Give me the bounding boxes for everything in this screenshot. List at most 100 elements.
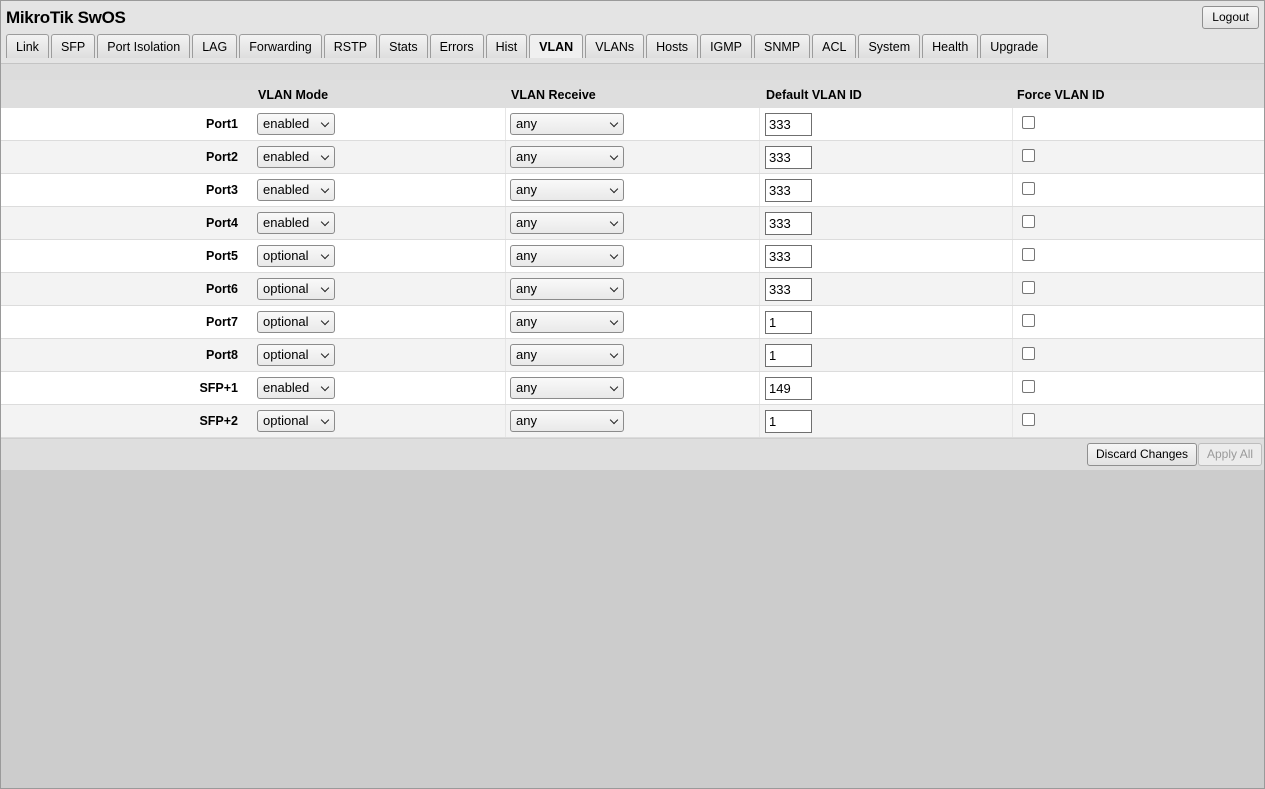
vlan-mode-select[interactable]: enabled bbox=[257, 377, 335, 399]
force-vlan-id-checkbox[interactable] bbox=[1022, 281, 1035, 294]
vlan-receive-value: any bbox=[516, 413, 537, 428]
table-row: Port1 enabled any 333 bbox=[1, 108, 1264, 141]
vlan-mode-select[interactable]: optional bbox=[257, 410, 335, 432]
force-vlan-id-checkbox[interactable] bbox=[1022, 347, 1035, 360]
port-label: Port5 bbox=[206, 249, 238, 263]
discard-changes-button[interactable]: Discard Changes bbox=[1087, 443, 1198, 466]
column-divider bbox=[1012, 372, 1013, 404]
vlan-mode-value: enabled bbox=[263, 380, 310, 395]
vlan-receive-value: any bbox=[516, 281, 537, 296]
chevron-down-icon bbox=[609, 415, 619, 425]
column-divider bbox=[1012, 240, 1013, 272]
tab-forwarding[interactable]: Forwarding bbox=[239, 34, 322, 58]
vlan-mode-select[interactable]: enabled bbox=[257, 146, 335, 168]
force-vlan-id-checkbox[interactable] bbox=[1022, 116, 1035, 129]
vlan-receive-value: any bbox=[516, 248, 537, 263]
tab-hist[interactable]: Hist bbox=[485, 34, 528, 58]
tab-upgrade[interactable]: Upgrade bbox=[980, 34, 1049, 58]
force-vlan-id-checkbox[interactable] bbox=[1022, 248, 1035, 261]
column-divider bbox=[759, 405, 760, 437]
tab-acl[interactable]: ACL bbox=[812, 34, 857, 58]
column-divider bbox=[505, 405, 506, 437]
tab-vlans[interactable]: VLANs bbox=[585, 34, 645, 58]
vlan-mode-select[interactable]: optional bbox=[257, 245, 335, 267]
chevron-down-icon bbox=[320, 151, 330, 161]
table-row: Port5 optional any 333 bbox=[1, 240, 1264, 273]
vlan-mode-value: optional bbox=[263, 347, 309, 362]
tab-hosts[interactable]: Hosts bbox=[646, 34, 699, 58]
force-vlan-id-checkbox[interactable] bbox=[1022, 380, 1035, 393]
tab-snmp[interactable]: SNMP bbox=[754, 34, 811, 58]
column-divider bbox=[759, 306, 760, 338]
chevron-down-icon bbox=[320, 217, 330, 227]
tab-rstp[interactable]: RSTP bbox=[323, 34, 378, 58]
vlan-receive-select[interactable]: any bbox=[510, 212, 624, 234]
vlan-mode-select[interactable]: optional bbox=[257, 311, 335, 333]
tab-sfp[interactable]: SFP bbox=[50, 34, 96, 58]
vlan-table: VLAN Mode VLAN Receive Default VLAN ID F… bbox=[1, 80, 1264, 438]
port-label: Port2 bbox=[206, 150, 238, 164]
tab-stats[interactable]: Stats bbox=[379, 34, 428, 58]
tab-vlan[interactable]: VLAN bbox=[529, 34, 584, 58]
vlan-receive-select[interactable]: any bbox=[510, 278, 624, 300]
tab-errors[interactable]: Errors bbox=[429, 34, 484, 58]
tab-link[interactable]: Link bbox=[6, 34, 49, 58]
vlan-receive-select[interactable]: any bbox=[510, 146, 624, 168]
vlan-receive-select[interactable]: any bbox=[510, 311, 624, 333]
vlan-mode-select[interactable]: optional bbox=[257, 278, 335, 300]
footer-bar: Discard Changes Apply All bbox=[1, 438, 1264, 470]
vlan-mode-select[interactable]: enabled bbox=[257, 212, 335, 234]
chevron-down-icon bbox=[609, 118, 619, 128]
vlan-mode-select[interactable]: enabled bbox=[257, 113, 335, 135]
table-body: Port1 enabled any 333 Port2 enabled any 333 Port… bbox=[1, 108, 1264, 438]
default-vlan-id-input[interactable]: 333 bbox=[765, 278, 812, 301]
column-divider bbox=[759, 207, 760, 239]
force-vlan-id-checkbox[interactable] bbox=[1022, 413, 1035, 426]
port-label: Port3 bbox=[206, 183, 238, 197]
force-vlan-id-checkbox[interactable] bbox=[1022, 215, 1035, 228]
chevron-down-icon bbox=[320, 349, 330, 359]
logout-button[interactable]: Logout bbox=[1202, 6, 1259, 29]
chevron-down-icon bbox=[609, 349, 619, 359]
tab-lag[interactable]: LAG bbox=[192, 34, 238, 58]
vlan-receive-select[interactable]: any bbox=[510, 377, 624, 399]
port-label: Port7 bbox=[206, 315, 238, 329]
tab-igmp[interactable]: IGMP bbox=[700, 34, 753, 58]
default-vlan-id-input[interactable]: 333 bbox=[765, 212, 812, 235]
column-divider bbox=[759, 273, 760, 305]
table-row: Port7 optional any 1 bbox=[1, 306, 1264, 339]
header-force-vlan-id: Force VLAN ID bbox=[1017, 88, 1105, 102]
chevron-down-icon bbox=[609, 382, 619, 392]
default-vlan-id-input[interactable]: 333 bbox=[765, 146, 812, 169]
vlan-receive-select[interactable]: any bbox=[510, 113, 624, 135]
tab-system[interactable]: System bbox=[858, 34, 921, 58]
vlan-mode-select[interactable]: enabled bbox=[257, 179, 335, 201]
port-label: Port8 bbox=[206, 348, 238, 362]
default-vlan-id-input[interactable]: 333 bbox=[765, 245, 812, 268]
vlan-receive-select[interactable]: any bbox=[510, 410, 624, 432]
column-divider bbox=[759, 240, 760, 272]
column-divider bbox=[759, 141, 760, 173]
vlan-mode-value: enabled bbox=[263, 116, 310, 131]
vlan-receive-value: any bbox=[516, 182, 537, 197]
vlan-receive-select[interactable]: any bbox=[510, 245, 624, 267]
table-row: SFP+1 enabled any 149 bbox=[1, 372, 1264, 405]
tab-port-isolation[interactable]: Port Isolation bbox=[97, 34, 191, 58]
column-divider bbox=[1012, 405, 1013, 437]
default-vlan-id-input[interactable]: 333 bbox=[765, 113, 812, 136]
vlan-receive-select[interactable]: any bbox=[510, 344, 624, 366]
vlan-mode-select[interactable]: optional bbox=[257, 344, 335, 366]
vlan-mode-value: optional bbox=[263, 413, 309, 428]
default-vlan-id-input[interactable]: 149 bbox=[765, 377, 812, 400]
default-vlan-id-input[interactable]: 1 bbox=[765, 410, 812, 433]
default-vlan-id-input[interactable]: 1 bbox=[765, 311, 812, 334]
column-divider bbox=[759, 108, 760, 140]
tab-health[interactable]: Health bbox=[922, 34, 979, 58]
force-vlan-id-checkbox[interactable] bbox=[1022, 182, 1035, 195]
default-vlan-id-input[interactable]: 1 bbox=[765, 344, 812, 367]
default-vlan-id-input[interactable]: 333 bbox=[765, 179, 812, 202]
apply-all-button[interactable]: Apply All bbox=[1198, 443, 1263, 466]
vlan-receive-select[interactable]: any bbox=[510, 179, 624, 201]
force-vlan-id-checkbox[interactable] bbox=[1022, 149, 1035, 162]
force-vlan-id-checkbox[interactable] bbox=[1022, 314, 1035, 327]
